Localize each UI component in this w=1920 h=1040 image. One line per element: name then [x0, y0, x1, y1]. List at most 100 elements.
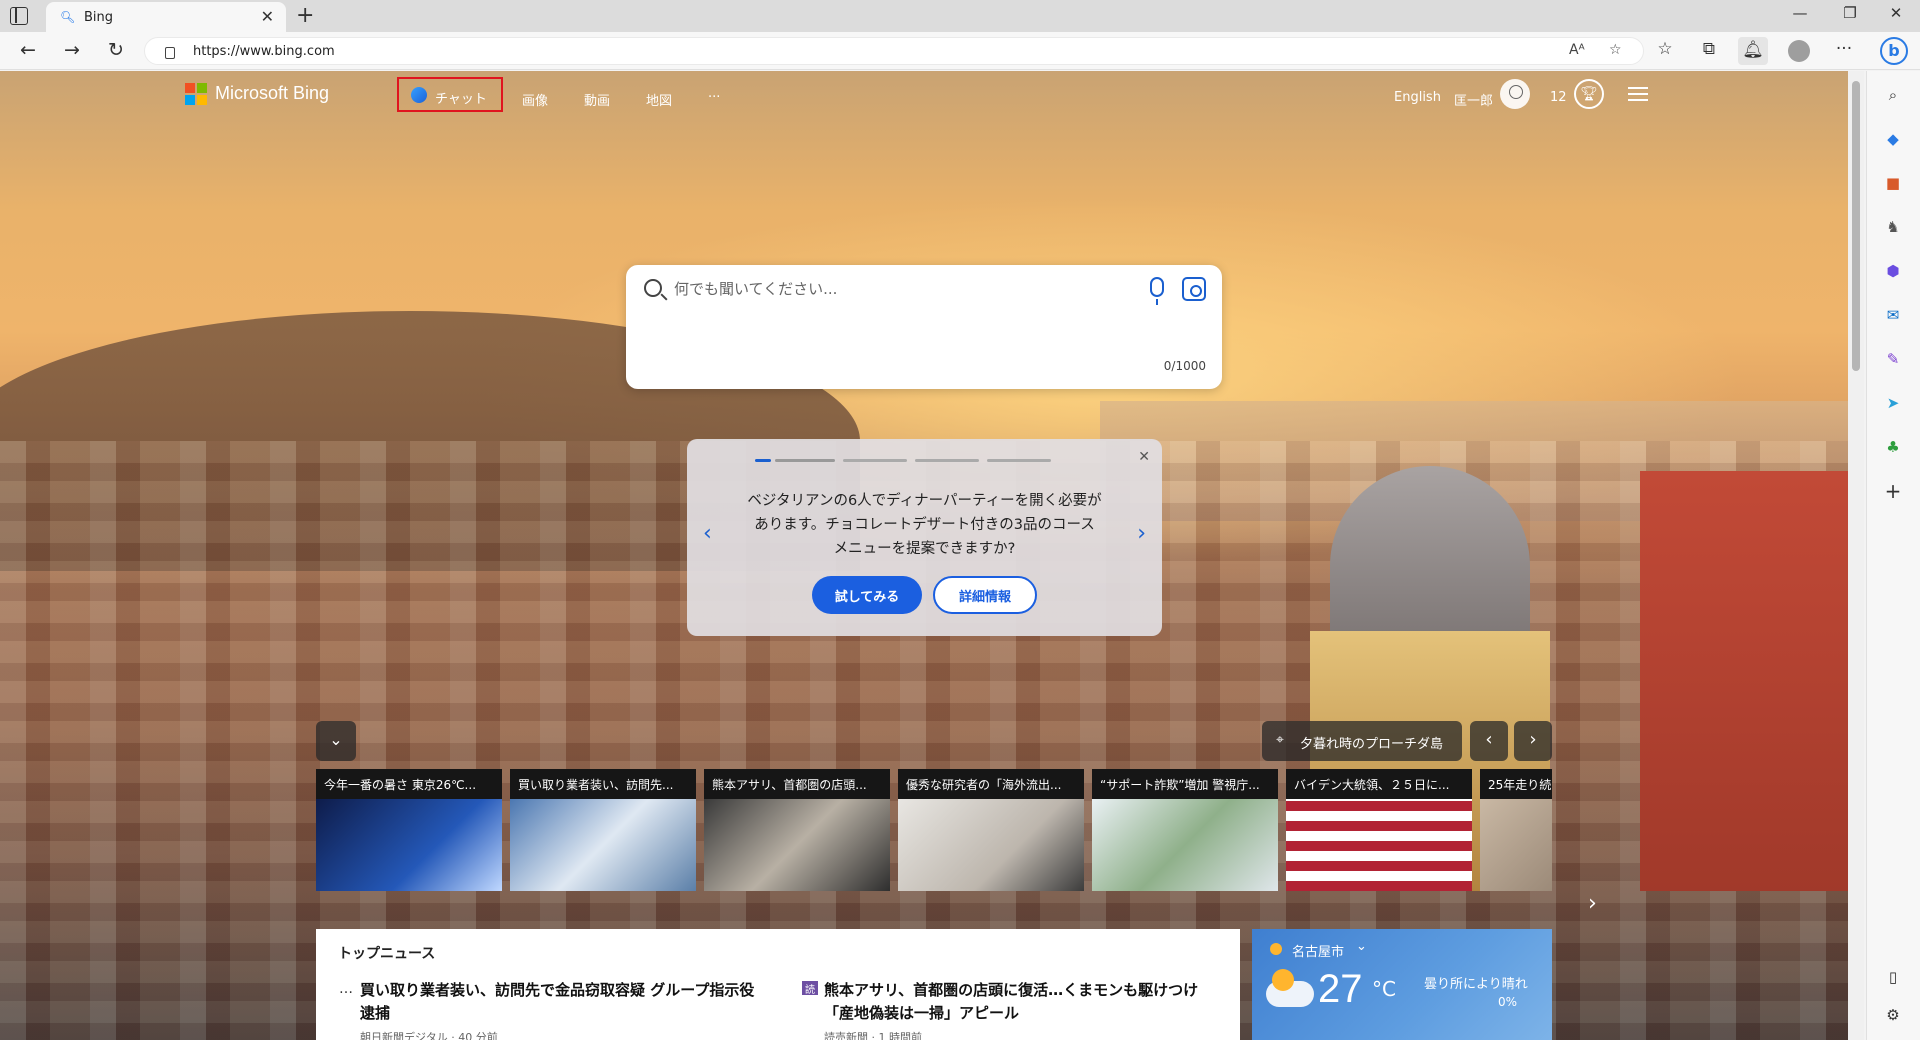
tools-icon[interactable]: ■	[1881, 171, 1905, 195]
visual-search-icon[interactable]	[1182, 277, 1206, 301]
nav-maps[interactable]: 地図	[646, 90, 672, 109]
location-pin-icon: ⌖	[1276, 732, 1284, 748]
news-card[interactable]: 25年走り続	[1480, 769, 1552, 891]
settings-more-icon[interactable]: ···	[1829, 39, 1859, 59]
news-card[interactable]: 優秀な研究者の「海外流出...	[898, 769, 1084, 891]
rewards-points[interactable]: 12	[1550, 90, 1567, 105]
weather-condition: 曇り所により晴れ	[1424, 977, 1528, 992]
search-icon[interactable]	[644, 279, 662, 297]
precipitation-value: 0%	[1498, 995, 1518, 1009]
news-card[interactable]: バイデン大統領、２５日に...	[1286, 769, 1472, 891]
news-headline[interactable]: 熊本アサリ、首都圏の店頭に復活…くまモンも駆けつけ「産地偽装は一掃」アピール	[824, 979, 1224, 1025]
hide-sidebar-icon[interactable]: ▯	[1881, 965, 1905, 989]
bing-copilot-icon[interactable]: b	[1880, 37, 1908, 65]
profile-avatar[interactable]	[1788, 40, 1810, 62]
minimize-button[interactable]: —	[1780, 4, 1820, 22]
shopping-tag-icon[interactable]: ◆	[1881, 127, 1905, 151]
collapse-feed-button[interactable]: ⌄	[316, 721, 356, 761]
pagination-dot[interactable]	[755, 459, 771, 462]
scrollbar-thumb[interactable]	[1852, 81, 1860, 371]
chevron-right-icon[interactable]: ›	[1137, 521, 1146, 546]
restore-button[interactable]: ❐	[1830, 4, 1870, 22]
temperature-unit[interactable]: °C	[1372, 977, 1396, 1001]
news-card-image	[898, 799, 1084, 891]
weather-small-icon	[1270, 943, 1282, 955]
new-tab-button[interactable]: +	[296, 3, 314, 28]
close-window-button[interactable]: ✕	[1876, 4, 1916, 22]
microphone-icon[interactable]	[1150, 277, 1164, 305]
pagination-dot[interactable]	[775, 459, 835, 462]
reload-button[interactable]: ↻	[102, 39, 130, 61]
user-name[interactable]: 匡一郎	[1454, 90, 1493, 109]
menu-icon[interactable]	[1628, 87, 1648, 101]
nav-images[interactable]: 画像	[522, 90, 548, 109]
collections-icon[interactable]: ⧉	[1694, 39, 1724, 59]
tab-close-icon[interactable]: ✕	[261, 7, 274, 26]
news-card-image	[1092, 799, 1278, 891]
previous-image-button[interactable]: ‹	[1470, 721, 1508, 761]
chevron-left-icon[interactable]: ‹	[703, 521, 712, 546]
learn-more-button[interactable]: 詳細情報	[933, 576, 1037, 614]
lock-icon[interactable]	[165, 47, 175, 59]
search-box: 0/1000	[626, 265, 1222, 389]
notifications-icon[interactable]: 🔔︎	[1738, 37, 1768, 65]
url-text[interactable]: https://www.bing.com	[193, 44, 335, 59]
news-carousel: 今年一番の暑さ 東京26℃... 買い取り業者装い、訪問先... 熊本アサリ、首…	[316, 769, 1552, 891]
read-aloud-icon[interactable]: Aᴬ	[1569, 42, 1585, 58]
search-icon[interactable]: ⌕	[1881, 83, 1905, 107]
image-location-button[interactable]: ⌖ 夕暮れ時のプローチダ島	[1262, 721, 1462, 761]
rewards-trophy-icon[interactable]: 🏆︎	[1574, 79, 1604, 109]
forward-button[interactable]: →	[58, 39, 86, 61]
url-field[interactable]: https://www.bing.com Aᴬ ☆	[144, 37, 1644, 65]
news-card[interactable]: “サポート詐欺”増加 警視庁...	[1092, 769, 1278, 891]
news-card-image	[1286, 799, 1472, 891]
nav-more[interactable]: ···	[708, 90, 720, 105]
news-card-image	[316, 799, 502, 891]
pagination-dot[interactable]	[843, 459, 907, 462]
microsoft-logo-icon	[185, 83, 207, 105]
favorites-icon[interactable]: ☆	[1650, 39, 1680, 59]
bing-homepage: Microsoft Bing チャット 画像 動画 地図 ··· English…	[0, 71, 1848, 1040]
try-it-button[interactable]: 試してみる	[812, 576, 922, 614]
tab-bing[interactable]: 🔍︎ Bing ✕	[46, 2, 286, 32]
microsoft-365-icon[interactable]: ⬢	[1881, 259, 1905, 283]
close-icon[interactable]: ✕	[1138, 449, 1150, 465]
nav-videos[interactable]: 動画	[584, 90, 610, 109]
suggestion-text: ベジタリアンの6人でディナーパーティーを開く必要があります。チョコレートデザート…	[747, 493, 1102, 557]
page-scrollbar[interactable]	[1848, 71, 1864, 1040]
weather-city[interactable]: 名古屋市	[1292, 941, 1344, 960]
news-card[interactable]: 今年一番の暑さ 東京26℃...	[316, 769, 502, 891]
chevron-down-icon[interactable]: ⌄	[1356, 939, 1367, 954]
add-icon[interactable]: +	[1881, 479, 1905, 503]
image-location-label: 夕暮れ時のプローチダ島	[1300, 737, 1444, 752]
designer-icon[interactable]: ✎	[1881, 347, 1905, 371]
news-card-caption: “サポート詐欺”増加 警視庁...	[1092, 769, 1278, 799]
partly-cloudy-icon	[1266, 969, 1314, 1007]
add-favorite-icon[interactable]: ☆	[1609, 42, 1622, 58]
user-avatar-icon[interactable]	[1500, 79, 1530, 109]
chat-suggestion-card: ✕ ‹ › ベジタリアンの6人でディナーパーティーを開く必要があります。チョコレ…	[687, 439, 1162, 636]
weather-panel[interactable]: 名古屋市 ⌄ 27 °C 曇り所により晴れ 0%	[1252, 929, 1552, 1040]
news-headline[interactable]: 買い取り業者装い、訪問先で金品窃取容疑 グループ指示役逮捕	[360, 979, 760, 1025]
temperature: 27	[1318, 967, 1363, 1011]
next-image-button[interactable]: ›	[1514, 721, 1552, 761]
news-card[interactable]: 熊本アサリ、首都圏の店頭...	[704, 769, 890, 891]
games-icon[interactable]: ♞	[1881, 215, 1905, 239]
outlook-icon[interactable]: ✉	[1881, 303, 1905, 327]
top-news-heading: トップニュース	[338, 946, 436, 962]
address-bar: ← → ↻ https://www.bing.com Aᴬ ☆ ☆ ⧉ 🔔︎ ·…	[0, 32, 1920, 70]
gear-icon[interactable]: ⚙	[1881, 1003, 1905, 1027]
pagination-dot[interactable]	[915, 459, 979, 462]
language-toggle[interactable]: English	[1394, 90, 1441, 105]
search-input[interactable]	[674, 277, 1134, 301]
nav-chat[interactable]: チャット	[397, 77, 503, 112]
news-card[interactable]: 買い取り業者装い、訪問先...	[510, 769, 696, 891]
back-button[interactable]: ←	[14, 39, 42, 61]
bing-search-favicon-icon: 🔍︎	[60, 10, 76, 24]
tree-icon[interactable]: ♣	[1881, 435, 1905, 459]
pagination-dot[interactable]	[987, 459, 1051, 462]
tab-actions-icon[interactable]	[10, 7, 28, 25]
send-icon[interactable]: ➤	[1881, 391, 1905, 415]
news-next-icon[interactable]: ›	[1588, 891, 1597, 916]
character-count: 0/1000	[1163, 359, 1206, 373]
